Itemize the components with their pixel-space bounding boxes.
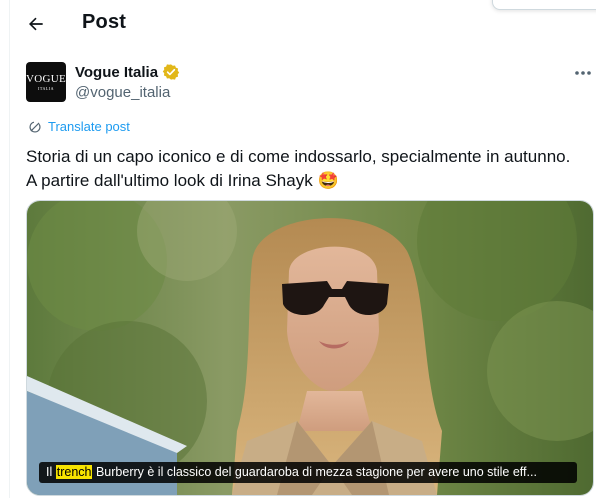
avatar-logo-text: VOGUE: [26, 72, 66, 85]
translate-post-link[interactable]: Translate post: [28, 119, 130, 134]
avatar[interactable]: VOGUE ITALIA: [26, 62, 66, 102]
avatar-logo-subtext: ITALIA: [37, 85, 54, 91]
author-name[interactable]: Vogue Italia: [75, 64, 158, 81]
back-arrow-icon: [29, 17, 43, 31]
back-button[interactable]: [22, 10, 50, 38]
author-name-row[interactable]: Vogue Italia: [75, 63, 180, 81]
caption-highlight: trench: [55, 465, 93, 479]
translate-label[interactable]: Translate post: [48, 119, 130, 134]
media-caption: Il trench Burberry è il classico del gua…: [39, 462, 577, 483]
post-text-line-1: Storia di un capo iconico e di come indo…: [26, 147, 571, 166]
star-struck-emoji: 🤩: [317, 171, 339, 190]
author-handle[interactable]: @vogue_italia: [75, 84, 170, 101]
post-media[interactable]: [26, 200, 594, 496]
post-text: Storia di un capo iconico e di come indo…: [26, 145, 594, 193]
post-text-line-2-row: A partire dall'ultimo look di Irina Shay…: [26, 169, 594, 193]
caption-text-after: Burberry è il classico del guardaroba di…: [92, 465, 537, 479]
caption-text-before: Il: [46, 465, 56, 479]
more-icon: [575, 71, 591, 75]
post-text-line-2: A partire dall'ultimo look di Irina Shay…: [26, 171, 313, 190]
translate-icon: [29, 120, 41, 133]
more-button[interactable]: [570, 62, 596, 84]
post-photo: [27, 201, 593, 495]
page-title: Post: [82, 11, 127, 33]
verified-badge-icon[interactable]: [162, 63, 180, 81]
column-divider: [9, 0, 10, 498]
post-header: Post: [0, 0, 596, 48]
